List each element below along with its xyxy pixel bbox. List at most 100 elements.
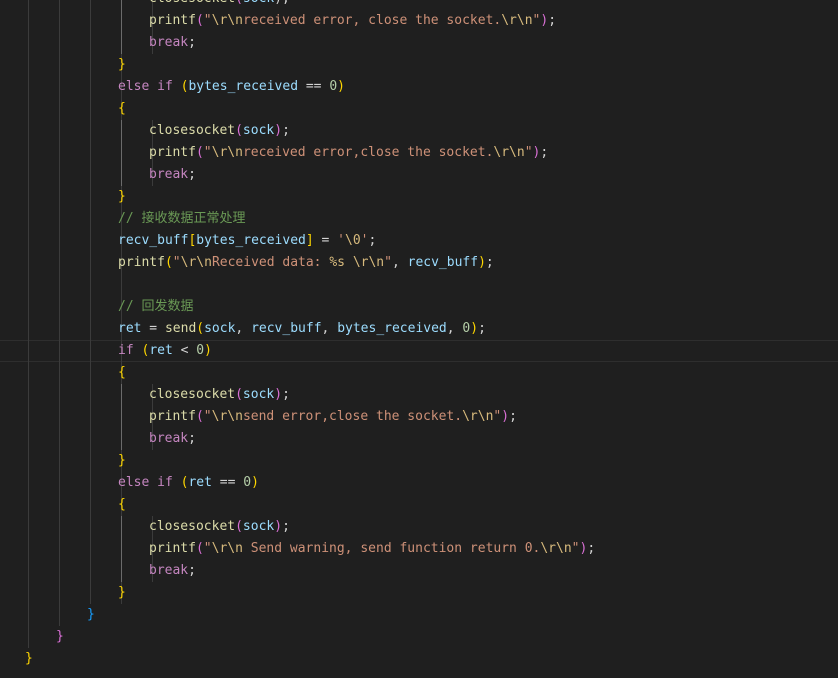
indent-guide bbox=[28, 472, 29, 494]
code-text: ret = send(sock, recv_buff, bytes_receiv… bbox=[118, 318, 486, 340]
code-text: printf("\r\nReceived data: %s \r\n", rec… bbox=[118, 252, 494, 274]
code-token: " bbox=[203, 409, 212, 424]
indent-guide bbox=[121, 0, 122, 10]
code-token: %s bbox=[329, 255, 345, 270]
code-token: \r\n bbox=[211, 541, 243, 556]
indent-guide bbox=[90, 428, 91, 450]
code-line[interactable]: } bbox=[0, 54, 838, 76]
code-line[interactable]: break; bbox=[0, 32, 838, 54]
indent-guide bbox=[90, 274, 91, 296]
code-line[interactable]: printf("\r\nreceived error,close the soc… bbox=[0, 142, 838, 164]
code-line[interactable]: printf("\r\nsend error,close the socket.… bbox=[0, 406, 838, 428]
code-token: == bbox=[298, 79, 330, 94]
indent-guide bbox=[121, 274, 122, 296]
code-token: < bbox=[172, 343, 197, 358]
code-token: ; bbox=[540, 145, 549, 160]
code-token: ) bbox=[274, 519, 283, 534]
code-line[interactable]: } bbox=[0, 582, 838, 604]
code-token: printf bbox=[149, 145, 196, 160]
code-token: ; bbox=[368, 233, 377, 248]
code-line[interactable]: closesocket(sock); bbox=[0, 516, 838, 538]
indent-guide bbox=[59, 142, 60, 164]
code-line[interactable]: } bbox=[0, 604, 838, 626]
code-line[interactable]: { bbox=[0, 98, 838, 120]
code-token: } bbox=[87, 607, 95, 622]
code-line[interactable]: if (ret < 0) bbox=[0, 340, 838, 362]
code-token: , bbox=[446, 321, 463, 336]
code-token: ret bbox=[149, 343, 173, 358]
code-line[interactable]: break; bbox=[0, 428, 838, 450]
code-token: sock bbox=[204, 321, 236, 336]
code-token: ; bbox=[188, 35, 196, 50]
code-token: { bbox=[118, 365, 126, 380]
code-token: sock bbox=[242, 387, 275, 402]
indent-guide bbox=[59, 76, 60, 98]
code-line[interactable]: else if (bytes_received == 0) bbox=[0, 76, 838, 98]
indent-guide bbox=[28, 318, 29, 340]
code-line[interactable]: // 回发数据 bbox=[0, 296, 838, 318]
code-text: closesocket(sock); bbox=[149, 0, 290, 10]
code-line[interactable]: closesocket(sock); bbox=[0, 384, 838, 406]
code-line[interactable]: break; bbox=[0, 560, 838, 582]
code-token: ) bbox=[274, 387, 283, 402]
indent-guide bbox=[28, 340, 29, 362]
code-token: sock bbox=[243, 0, 274, 6]
code-line[interactable]: } bbox=[0, 186, 838, 208]
code-line[interactable]: // 接收数据正常处理 bbox=[0, 208, 838, 230]
code-token: Send warning, send function return 0. bbox=[242, 541, 541, 556]
indent-guide bbox=[28, 450, 29, 472]
code-token: ; bbox=[485, 255, 494, 270]
code-line[interactable]: printf("\r\nreceived error, close the so… bbox=[0, 10, 838, 32]
code-line[interactable]: break; bbox=[0, 164, 838, 186]
indent-guide bbox=[28, 76, 29, 98]
code-token: \r\n bbox=[493, 145, 525, 160]
code-text: break; bbox=[149, 560, 196, 582]
indent-guide bbox=[28, 604, 29, 626]
code-text: closesocket(sock); bbox=[149, 120, 290, 142]
code-token: printf bbox=[149, 541, 196, 556]
indent-guide bbox=[90, 0, 91, 10]
code-line[interactable]: closesocket(sock); bbox=[0, 120, 838, 142]
code-line[interactable]: recv_buff[bytes_received] = '\0'; bbox=[0, 230, 838, 252]
indent-guide bbox=[59, 318, 60, 340]
code-token: = bbox=[141, 321, 165, 336]
code-token: " bbox=[571, 541, 580, 556]
code-token: bytes_received bbox=[196, 233, 306, 248]
indent-guide bbox=[28, 516, 29, 538]
indent-guide bbox=[90, 560, 91, 582]
code-line[interactable]: printf("\r\nReceived data: %s \r\n", rec… bbox=[0, 252, 838, 274]
code-token: \r\n bbox=[211, 145, 243, 160]
code-token: ) bbox=[204, 343, 212, 358]
indent-guide bbox=[90, 252, 91, 274]
indent-guide bbox=[59, 340, 60, 362]
code-line[interactable]: } bbox=[0, 626, 838, 648]
code-line[interactable]: ret = send(sock, recv_buff, bytes_receiv… bbox=[0, 318, 838, 340]
code-line[interactable]: } bbox=[0, 450, 838, 472]
code-text: } bbox=[118, 54, 126, 76]
indent-guide bbox=[28, 626, 29, 648]
indent-guide bbox=[59, 450, 60, 472]
code-line[interactable]: } bbox=[0, 648, 838, 670]
indent-guide bbox=[90, 582, 91, 604]
code-text: if (ret < 0) bbox=[118, 340, 212, 362]
code-token: ; bbox=[587, 541, 596, 556]
code-line[interactable]: closesocket(sock); bbox=[0, 0, 838, 10]
indent-guide bbox=[90, 472, 91, 494]
indent-guide bbox=[90, 362, 91, 384]
code-token: else if bbox=[118, 79, 181, 94]
code-token: else if bbox=[118, 475, 181, 490]
code-token: } bbox=[118, 453, 126, 468]
code-line[interactable]: { bbox=[0, 362, 838, 384]
code-token: ; bbox=[282, 123, 290, 138]
code-line[interactable]: printf( " \r\n Send warning, send function… bbox=[0, 538, 838, 560]
indent-guide bbox=[28, 538, 29, 560]
code-line[interactable]: else if (ret == 0) bbox=[0, 472, 838, 494]
code-token: ( bbox=[195, 541, 204, 556]
code-line[interactable]: { bbox=[0, 494, 838, 516]
code-text: } bbox=[118, 582, 126, 604]
code-text: break; bbox=[149, 32, 196, 54]
code-token: { bbox=[118, 497, 126, 512]
code-token: ; bbox=[478, 321, 486, 336]
code-line[interactable] bbox=[0, 274, 838, 296]
code-editor[interactable]: closesocket(sock);printf("\r\nreceived e… bbox=[0, 0, 838, 678]
